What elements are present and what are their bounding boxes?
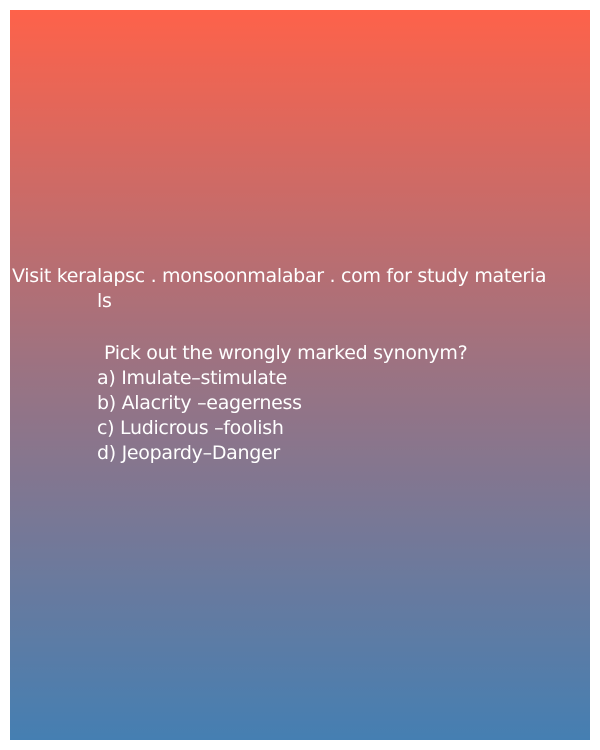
promo-text-line1: Visit keralapsc . monsoonmalabar . com f… [12,265,547,287]
question-prompt: Pick out the wrongly marked synonym? [104,342,468,364]
option-b: b) Alacrity –eagerness [97,392,302,414]
option-a: a) Imulate–stimulate [97,367,288,389]
option-d: d) Jeopardy–Danger [97,442,280,464]
option-c: c) Ludicrous –foolish [97,417,284,439]
promo-text-line2: ls [97,290,112,312]
question-card: Visit keralapsc . monsoonmalabar . com f… [10,10,590,740]
